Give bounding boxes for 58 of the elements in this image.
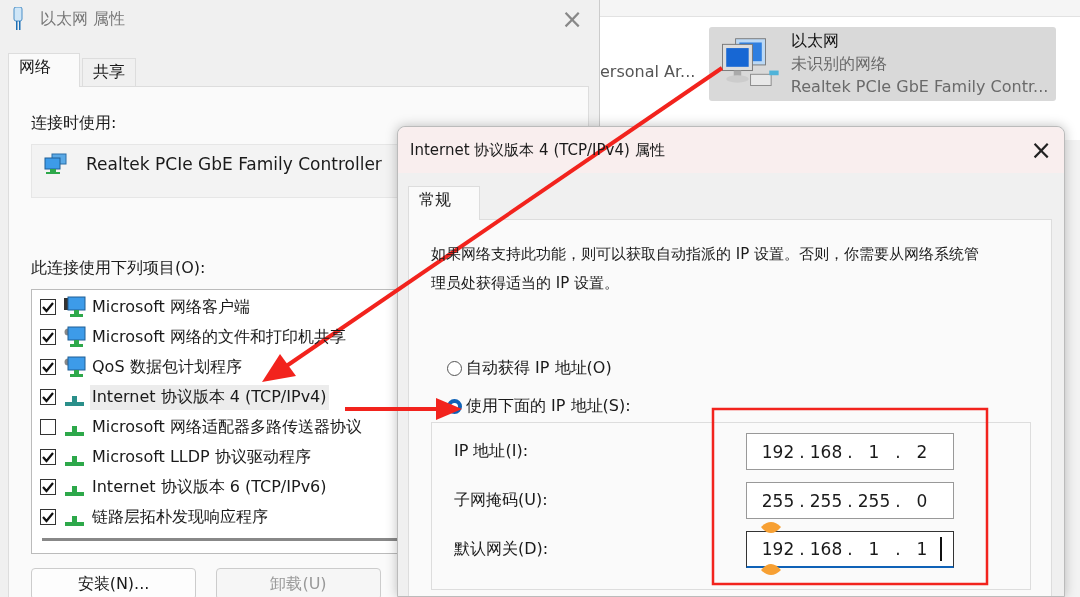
connector-icon	[65, 486, 84, 496]
close-button[interactable]: ×	[1024, 137, 1058, 163]
list-item[interactable]: Microsoft 网络的文件和打印机共享	[90, 324, 348, 350]
checkbox[interactable]	[40, 299, 56, 315]
radio-label: 自动获得 IP 地址(O)	[466, 357, 612, 379]
field-label: 子网掩码(U):	[454, 490, 549, 511]
checkmark-icon	[42, 391, 54, 403]
selection-handle-icon	[761, 522, 781, 533]
checkmark-icon	[42, 301, 54, 313]
list-item[interactable]: Microsoft 网络客户端	[90, 294, 252, 320]
checkbox[interactable]	[40, 359, 56, 375]
connector-icon	[65, 456, 84, 466]
adapter-name: Realtek PCIe GbE Family Controller	[86, 154, 382, 174]
window-title: 以太网 属性	[40, 8, 127, 30]
ethernet-plug-icon	[12, 7, 24, 31]
radio-label: 使用下面的 IP 地址(S):	[466, 395, 631, 417]
adapter-status: 未识别的网络	[790, 54, 888, 75]
section-label: 连接时使用:	[31, 113, 117, 134]
computer-gear-icon	[64, 356, 86, 378]
section-label: 此连接使用下列项目(O):	[31, 258, 206, 279]
computer-gear-icon	[64, 326, 86, 348]
connection-name: ersonal Ar...	[600, 62, 696, 81]
checkbox[interactable]	[40, 329, 56, 345]
ip-address-field[interactable]: 192 . 168 . 1 . 2	[746, 433, 954, 470]
list-item[interactable]: Microsoft 网络适配器多路传送器协议	[90, 414, 364, 440]
connector-icon	[65, 396, 84, 406]
field-label: IP 地址(I):	[454, 441, 530, 462]
network-computers-icon	[44, 153, 68, 175]
network-adapter-item[interactable]: 以太网 未识别的网络 Realtek PCIe GbE Family Contr...	[709, 27, 1057, 101]
ip-address-field[interactable]: 192 . 168 . 1 . 1	[746, 531, 954, 568]
field-label: 默认网关(D):	[454, 539, 550, 560]
install-button[interactable]: 安装(N)...	[31, 568, 196, 597]
checkmark-icon	[42, 451, 54, 463]
checkmark-icon	[42, 331, 54, 343]
computer-icon	[64, 296, 86, 318]
checkbox[interactable]	[40, 389, 56, 405]
tab[interactable]: 常规	[408, 186, 480, 220]
list-item[interactable]: Microsoft LLDP 协议驱动程序	[90, 444, 313, 470]
list-item[interactable]: Internet 协议版本 6 (TCP/IPv6)	[90, 474, 329, 500]
connector-icon	[65, 426, 84, 436]
selection-handle-icon	[761, 564, 781, 575]
tab[interactable]: 共享	[82, 58, 136, 86]
checkmark-icon	[42, 511, 54, 523]
checkbox[interactable]	[40, 419, 56, 435]
adapter-device: Realtek PCIe GbE Family Contr...	[790, 77, 1049, 96]
list-item[interactable]: Internet 协议版本 4 (TCP/IPv4)	[90, 384, 329, 410]
tab[interactable]: 网络	[8, 53, 80, 87]
list-item[interactable]: QoS 数据包计划程序	[90, 354, 244, 380]
connector-icon	[65, 516, 84, 526]
checkbox[interactable]	[40, 449, 56, 465]
list-item[interactable]: 链路层拓朴发现响应程序	[90, 504, 270, 530]
adapter-name: 以太网	[790, 31, 840, 52]
checkmark-icon	[42, 481, 54, 493]
checkmark-icon	[42, 361, 54, 373]
ip-address-field[interactable]: 255 . 255 . 255 . 0	[746, 482, 954, 519]
checkbox[interactable]	[40, 509, 56, 525]
checkbox[interactable]	[40, 479, 56, 495]
radio-button[interactable]	[447, 360, 462, 376]
